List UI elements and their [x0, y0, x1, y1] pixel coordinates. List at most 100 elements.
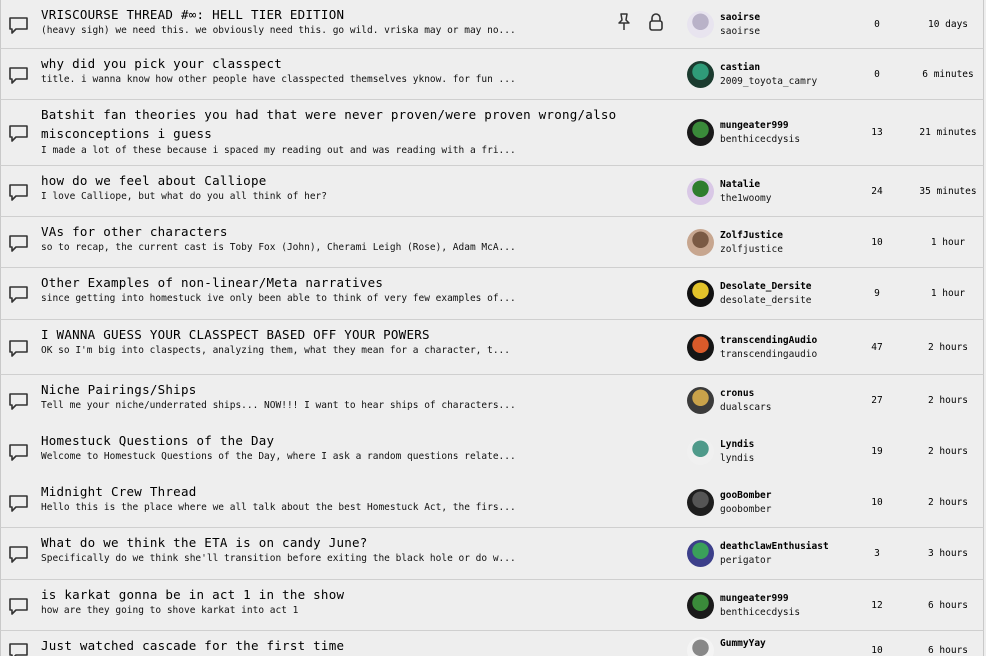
thread-row[interactable]: how do we feel about Calliope I love Call…: [0, 166, 984, 217]
thread-title[interactable]: why did you pick your classpect: [41, 54, 626, 73]
avatar[interactable]: [687, 178, 714, 205]
thread-row[interactable]: Just watched cascade for the first time G…: [0, 631, 984, 656]
thread-excerpt: I made a lot of these because i spaced m…: [41, 145, 516, 156]
thread-row[interactable]: VRISCOURSE THREAD #∞: HELL TIER EDITION(…: [0, 0, 984, 49]
thread-title[interactable]: Homestuck Questions of the Day: [41, 431, 626, 450]
thread-row[interactable]: What do we think the ETA is on candy Jun…: [0, 528, 984, 580]
last-updated: 10 days: [927, 19, 969, 30]
chat-bubble-icon: [8, 124, 29, 143]
avatar[interactable]: [687, 119, 714, 146]
thread-excerpt: I love Calliope, but what do you all thi…: [41, 191, 327, 202]
author-username[interactable]: lyndis: [720, 453, 754, 465]
thread-excerpt: Hello this is the place where we all tal…: [41, 502, 516, 513]
avatar[interactable]: [687, 387, 714, 414]
avatar[interactable]: [687, 540, 714, 567]
last-updated: 6 minutes: [922, 69, 974, 80]
last-updated: 6 hours: [927, 645, 969, 656]
avatar[interactable]: [687, 229, 714, 256]
last-updated: 2 hours: [927, 497, 969, 508]
author-username[interactable]: goobomber: [720, 504, 771, 516]
author-username[interactable]: desolate_dersite: [720, 295, 812, 307]
thread-row[interactable]: is karkat gonna be in act 1 in the show h…: [0, 580, 984, 631]
thread-title[interactable]: I WANNA GUESS YOUR CLASSPECT BASED OFF Y…: [41, 325, 626, 344]
author-display-name[interactable]: mungeater999: [720, 120, 789, 132]
thread-row[interactable]: Batshit fan theories you had that were n…: [0, 100, 984, 166]
chat-bubble-icon: [8, 66, 29, 85]
author-username[interactable]: the1woomy: [720, 193, 771, 205]
reply-count: 19: [871, 446, 883, 457]
thread-excerpt: Specifically do we think she'll transiti…: [41, 553, 516, 564]
author-username[interactable]: benthicecdysis: [720, 607, 800, 619]
thread-title[interactable]: Other Examples of non-linear/Meta narrat…: [41, 273, 626, 292]
chat-bubble-icon: [8, 339, 29, 358]
author-username[interactable]: 2009_toyota_camry: [720, 76, 817, 88]
avatar[interactable]: [687, 489, 714, 516]
chat-bubble-icon: [8, 285, 29, 304]
author-display-name[interactable]: transcendingAudio: [720, 335, 817, 347]
thread-title[interactable]: VRISCOURSE THREAD #∞: HELL TIER EDITION: [41, 5, 626, 24]
thread-title[interactable]: Niche Pairings/Ships: [41, 380, 626, 399]
last-updated: 35 minutes: [919, 186, 977, 197]
last-updated: 2 hours: [927, 395, 969, 406]
avatar[interactable]: [687, 438, 714, 465]
author-display-name[interactable]: cronus: [720, 388, 754, 400]
last-updated: 21 minutes: [919, 127, 977, 138]
thread-row[interactable]: Midnight Crew Thread Hello this is the pl…: [0, 477, 984, 528]
author-display-name[interactable]: ZolfJustice: [720, 230, 783, 242]
author-display-name[interactable]: Natalie: [720, 179, 760, 191]
author-display-name[interactable]: Desolate_Dersite: [720, 281, 812, 293]
chat-bubble-icon: [8, 234, 29, 253]
avatar[interactable]: [687, 637, 714, 656]
last-updated: 3 hours: [927, 548, 969, 559]
author-display-name[interactable]: mungeater999: [720, 593, 789, 605]
last-updated: 2 hours: [927, 342, 969, 353]
author-username[interactable]: zolfjustice: [720, 244, 783, 256]
thread-title[interactable]: What do we think the ETA is on candy Jun…: [41, 533, 626, 552]
thread-row[interactable]: VAs for other characters so to recap, the…: [0, 217, 984, 268]
author-username[interactable]: dualscars: [720, 402, 771, 414]
last-updated: 2 hours: [927, 446, 969, 457]
thread-row[interactable]: Other Examples of non-linear/Meta narrat…: [0, 268, 984, 320]
avatar[interactable]: [687, 11, 714, 38]
chat-bubble-icon: [8, 597, 29, 616]
author-display-name[interactable]: castian: [720, 62, 760, 74]
reply-count: 13: [871, 127, 883, 138]
avatar[interactable]: [687, 61, 714, 88]
thread-title[interactable]: Just watched cascade for the first time: [41, 636, 626, 655]
avatar[interactable]: [687, 280, 714, 307]
thread-title[interactable]: Midnight Crew Thread: [41, 482, 626, 501]
thread-title[interactable]: how do we feel about Calliope: [41, 171, 626, 190]
thread-excerpt: how are they going to shove karkat into …: [41, 605, 299, 616]
author-display-name[interactable]: saoirse: [720, 12, 760, 24]
thread-title[interactable]: is karkat gonna be in act 1 in the show: [41, 585, 626, 604]
thread-title[interactable]: VAs for other characters: [41, 222, 626, 241]
reply-count: 0: [874, 69, 880, 80]
reply-count: 0: [874, 19, 880, 30]
thread-row[interactable]: I WANNA GUESS YOUR CLASSPECT BASED OFF Y…: [0, 320, 984, 375]
chat-bubble-icon: [8, 392, 29, 411]
thread-row[interactable]: Niche Pairings/Ships Tell me your niche/u…: [0, 375, 984, 427]
avatar[interactable]: [687, 334, 714, 361]
author-display-name[interactable]: GummyYay: [720, 638, 766, 650]
author-display-name[interactable]: Lyndis: [720, 439, 754, 451]
author-username[interactable]: transcendingaudio: [720, 349, 817, 361]
thread-row[interactable]: why did you pick your classpect title. i …: [0, 49, 984, 100]
author-username[interactable]: benthicecdysis: [720, 134, 800, 146]
author-display-name[interactable]: gooBomber: [720, 490, 771, 502]
thread-title[interactable]: Batshit fan theories you had that were n…: [41, 105, 626, 143]
author-username[interactable]: saoirse: [720, 26, 760, 38]
reply-count: 24: [871, 186, 883, 197]
avatar[interactable]: [687, 592, 714, 619]
author-display-name[interactable]: deathclawEnthusiast: [720, 541, 829, 553]
reply-count: 27: [871, 395, 883, 406]
thread-excerpt: so to recap, the current cast is Toby Fo…: [41, 242, 516, 253]
thread-excerpt: (heavy sigh) we need this. we obviously …: [41, 25, 516, 36]
author-username[interactable]: perigator: [720, 555, 771, 567]
thread-excerpt: Welcome to Homestuck Questions of the Da…: [41, 451, 516, 462]
last-updated: 6 hours: [927, 600, 969, 611]
reply-count: 3: [874, 548, 880, 559]
chat-bubble-icon: [8, 545, 29, 564]
thread-row[interactable]: Homestuck Questions of the Day Welcome to…: [0, 426, 984, 478]
lock-icon: [647, 12, 665, 32]
reply-count: 10: [871, 645, 883, 656]
